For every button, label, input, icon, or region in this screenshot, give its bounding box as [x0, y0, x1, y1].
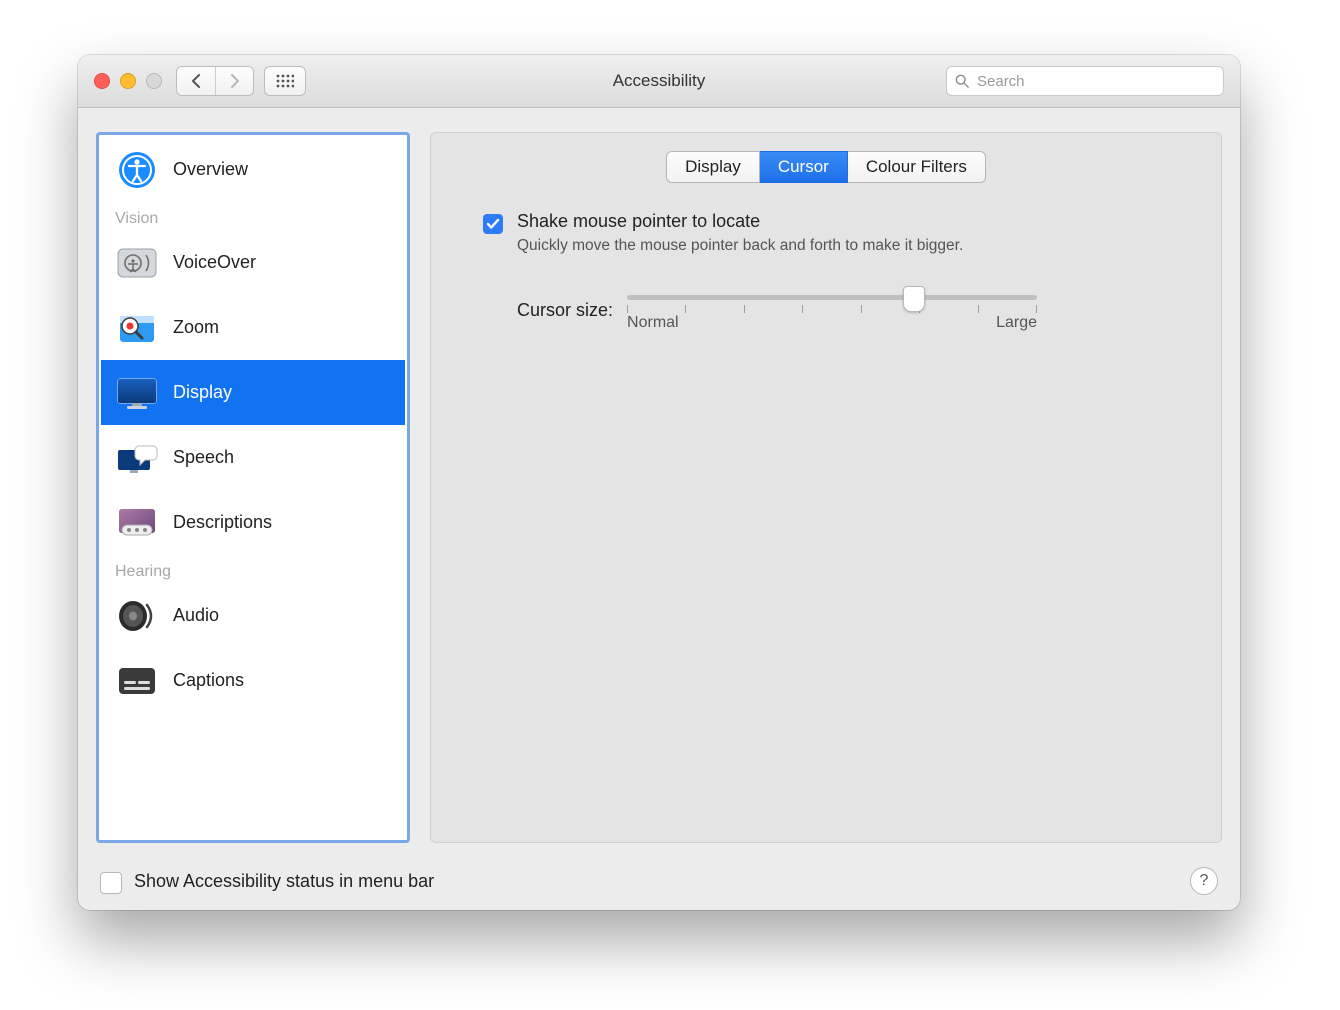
forward-button	[215, 67, 253, 95]
window-controls	[94, 73, 162, 89]
sidebar-item-label: Audio	[173, 605, 219, 626]
tab-cursor[interactable]: Cursor	[760, 151, 848, 183]
descriptions-icon	[115, 503, 159, 543]
sidebar-item-label: Speech	[173, 447, 234, 468]
preferences-window: Accessibility Overview	[78, 55, 1240, 910]
captions-icon	[115, 661, 159, 701]
slider-max-label: Large	[996, 314, 1037, 332]
search-field[interactable]	[946, 66, 1224, 96]
sidebar-item-zoom[interactable]: Zoom	[101, 295, 405, 360]
sidebar-item-voiceover[interactable]: VoiceOver	[101, 230, 405, 295]
sidebar-section-hearing: Hearing	[101, 555, 405, 583]
slider-min-label: Normal	[627, 314, 679, 332]
sidebar-item-label: Display	[173, 382, 232, 403]
close-icon[interactable]	[94, 73, 110, 89]
titlebar: Accessibility	[78, 55, 1240, 108]
help-button[interactable]: ?	[1190, 867, 1218, 895]
search-input[interactable]	[975, 72, 1215, 91]
cursor-size-caption: Cursor size:	[517, 300, 613, 321]
sidebar-section-vision: Vision	[101, 202, 405, 230]
sidebar-item-label: Overview	[173, 159, 248, 180]
sidebar-item-audio[interactable]: Audio	[101, 583, 405, 648]
sidebar-item-display[interactable]: Display	[101, 360, 405, 425]
sidebar-item-label: VoiceOver	[173, 252, 256, 273]
zoom-window-icon	[146, 73, 162, 89]
sidebar-item-speech[interactable]: Speech	[101, 425, 405, 490]
back-button[interactable]	[177, 67, 215, 95]
sidebar-item-label: Captions	[173, 670, 244, 691]
minimize-icon[interactable]	[120, 73, 136, 89]
accessibility-icon	[115, 150, 159, 190]
speech-icon	[115, 438, 159, 478]
show-status-label: Show Accessibility status in menu bar	[134, 871, 434, 892]
settings-pane: Display Cursor Colour Filters Shake mous…	[430, 132, 1222, 843]
sidebar-item-descriptions[interactable]: Descriptions	[101, 490, 405, 555]
search-icon	[955, 74, 969, 88]
tab-colour-filters[interactable]: Colour Filters	[848, 151, 986, 183]
sidebar-item-label: Zoom	[173, 317, 219, 338]
show-status-checkbox[interactable]	[100, 872, 122, 894]
sidebar-item-captions[interactable]: Captions	[101, 648, 405, 713]
shake-pointer-checkbox[interactable]	[483, 214, 503, 234]
zoom-icon	[115, 308, 159, 348]
nav-back-forward	[176, 66, 254, 96]
cursor-size-slider[interactable]: Normal Large	[627, 289, 1037, 332]
sidebar-item-overview[interactable]: Overview	[101, 137, 405, 202]
show-all-button[interactable]	[264, 66, 306, 96]
display-icon	[115, 373, 159, 413]
voiceover-icon	[115, 243, 159, 283]
shake-pointer-label: Shake mouse pointer to locate	[517, 211, 963, 232]
display-tabs: Display Cursor Colour Filters	[463, 151, 1189, 183]
shake-pointer-description: Quickly move the mouse pointer back and …	[517, 236, 963, 257]
slider-thumb[interactable]	[903, 286, 925, 312]
category-sidebar: Overview Vision VoiceOver	[96, 132, 410, 843]
sidebar-item-label: Descriptions	[173, 512, 272, 533]
tab-display[interactable]: Display	[666, 151, 760, 183]
window-footer: Show Accessibility status in menu bar ?	[78, 851, 1240, 910]
audio-icon	[115, 596, 159, 636]
